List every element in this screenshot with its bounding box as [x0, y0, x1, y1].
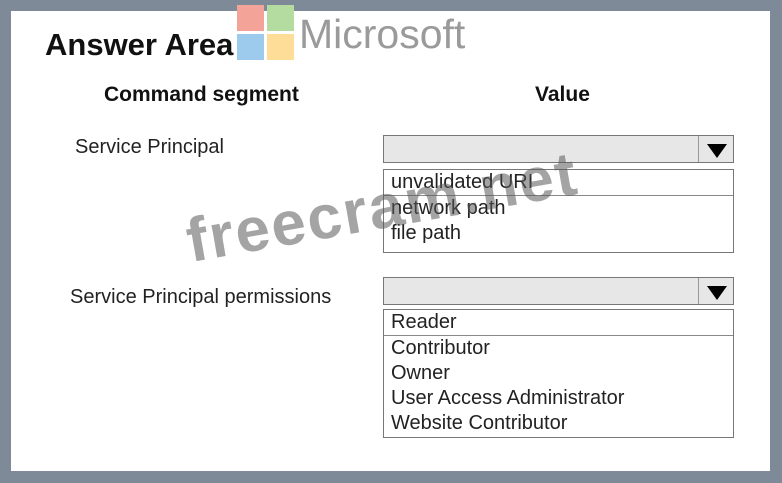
brand-name: Microsoft — [299, 11, 466, 57]
logo-red-square — [237, 5, 264, 31]
service-principal-permissions-label: Service Principal permissions — [70, 286, 332, 308]
service-principal-label: Service Principal — [75, 136, 224, 158]
option-website-contributor[interactable]: Website Contributor — [384, 411, 733, 436]
service-principal-permissions-dropdown[interactable] — [383, 277, 734, 305]
answer-area-panel: Answer Area Microsoft Command segment Va… — [11, 5, 770, 471]
logo-yellow-square — [267, 34, 294, 60]
dropdown-arrow-icon[interactable] — [698, 278, 733, 304]
microsoft-logo-icon — [237, 5, 294, 60]
option-reader[interactable]: Reader — [384, 310, 733, 336]
logo-blue-square — [237, 34, 264, 60]
option-user-access-administrator[interactable]: User Access Administrator — [384, 386, 733, 411]
page-title: Answer Area — [45, 27, 234, 62]
value-header: Value — [535, 83, 590, 106]
command-segment-header: Command segment — [104, 83, 299, 106]
logo-green-square — [267, 5, 294, 31]
dropdown-arrow-icon[interactable] — [698, 136, 733, 162]
service-principal-permissions-options: Reader Contributor Owner User Access Adm… — [383, 309, 734, 438]
option-owner[interactable]: Owner — [384, 361, 733, 386]
option-contributor[interactable]: Contributor — [384, 336, 733, 361]
